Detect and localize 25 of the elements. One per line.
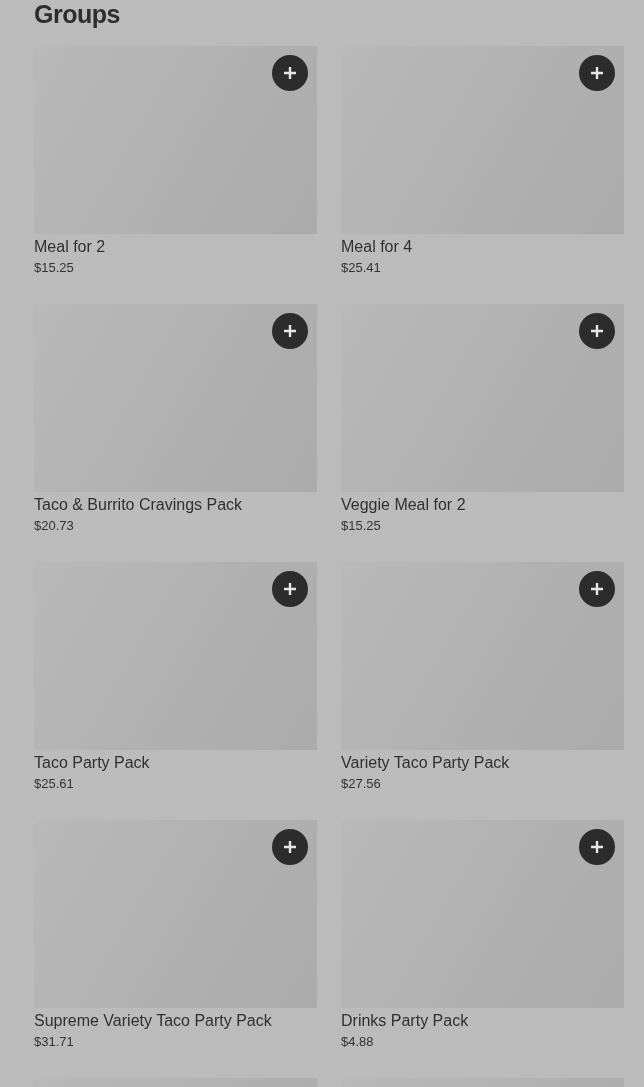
item-price: $20.73 xyxy=(34,518,75,534)
item-price: $31.71 xyxy=(34,1034,75,1050)
item-name: Supreme Variety Taco Party Pack xyxy=(34,1012,273,1030)
item-name: Taco Party Pack xyxy=(34,754,151,772)
plus-icon xyxy=(283,324,297,338)
item-price: $25.41 xyxy=(341,260,382,276)
plus-icon xyxy=(590,324,604,338)
item-name: Drinks Party Pack xyxy=(341,1012,470,1030)
plus-icon xyxy=(283,840,297,854)
item-name: Meal for 4 xyxy=(341,238,414,256)
plus-icon xyxy=(283,582,297,596)
plus-icon xyxy=(590,66,604,80)
section-title: Groups xyxy=(34,0,121,28)
plus-icon xyxy=(590,840,604,854)
item-name: Variety Taco Party Pack xyxy=(341,754,511,772)
item-price: $27.56 xyxy=(341,776,382,792)
item-price: $15.25 xyxy=(341,518,382,534)
item-name: Meal for 2 xyxy=(34,238,107,256)
item-price: $15.25 xyxy=(34,260,75,276)
item-price: $25.61 xyxy=(34,776,75,792)
plus-icon xyxy=(590,582,604,596)
item-price: $4.88 xyxy=(341,1034,375,1050)
item-name: Taco & Burrito Cravings Pack xyxy=(34,496,244,514)
item-name: Veggie Meal for 2 xyxy=(341,496,467,514)
plus-icon xyxy=(283,66,297,80)
